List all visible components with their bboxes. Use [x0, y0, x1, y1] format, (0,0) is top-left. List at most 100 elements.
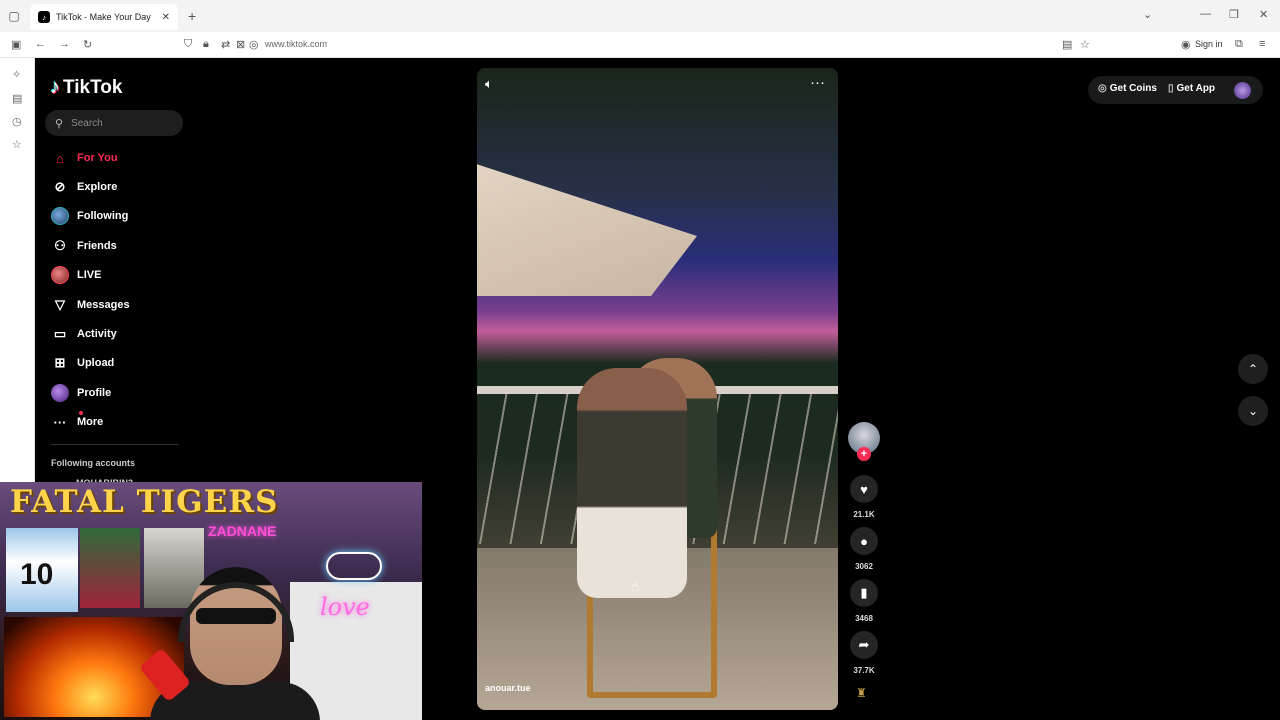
friends-icon: ⚇ [54, 238, 66, 253]
sign-in-button[interactable]: Sign in [1195, 39, 1223, 49]
nav-label: Profile [77, 387, 112, 399]
more-icon: ··· [51, 411, 83, 431]
follow-plus-icon[interactable]: + [857, 447, 871, 461]
history-icon[interactable]: ◷ [12, 115, 22, 128]
nav-label: Upload [77, 357, 115, 369]
save-button[interactable]: ▮ [850, 579, 878, 607]
reader-view-icon[interactable]: ▤ [1062, 38, 1072, 51]
previous-video-button[interactable]: ⌃ [1238, 354, 1268, 384]
ai-sparkle-icon[interactable]: ✧ [12, 68, 21, 81]
home-icon: ⌂ [56, 150, 64, 166]
more-options-icon[interactable]: ··· [810, 74, 825, 91]
nav-for-you[interactable]: ⌂ For You [51, 147, 118, 169]
sidebar-toggle-icon[interactable]: ▣ [11, 38, 21, 51]
live-avatar-icon [51, 266, 69, 284]
browser-tab-bar: ▢ ♪ TikTok - Make Your Day ✕ + ⌄ — ❐ ✕ [0, 0, 1280, 32]
video-username[interactable]: anouar.tue [485, 683, 531, 693]
profile-avatar-icon [51, 384, 69, 402]
share-button[interactable]: ➦ [850, 631, 878, 659]
nav-live[interactable]: LIVE [51, 264, 101, 286]
account-icon[interactable]: ◉ [1181, 38, 1191, 51]
close-window-icon[interactable]: ✕ [1259, 8, 1268, 21]
menu-icon[interactable]: ≡ [1259, 38, 1265, 50]
tiktok-sidebar: ♪ TikTok ⚲ ⌂ For You ⊘ Explore Following… [35, 58, 200, 488]
tab-list-chevron-icon[interactable]: ⌄ [1143, 8, 1152, 21]
new-tab-icon[interactable]: + [188, 8, 196, 24]
nav-activity[interactable]: ▭ Activity [51, 323, 117, 345]
get-coins-button[interactable]: ◎ Get Coins [1098, 83, 1157, 94]
nav-profile[interactable]: Profile [51, 382, 111, 404]
shield-icon[interactable]: ⛉ [184, 38, 192, 51]
bookmark-star-icon[interactable]: ☆ [1080, 38, 1090, 51]
comment-button[interactable]: ● [850, 527, 878, 555]
nav-label: Explore [77, 181, 118, 193]
camera-blocked-icon[interactable]: ⊠ [236, 38, 245, 51]
search-box[interactable]: ⚲ [45, 110, 183, 136]
chevron-down-icon: ⌄ [1247, 404, 1259, 418]
tracking-icon[interactable]: ◎ [249, 38, 259, 51]
forward-icon[interactable]: → [59, 38, 70, 50]
video-person [577, 368, 687, 598]
tab-actions-icon[interactable]: ▢ [0, 0, 28, 32]
get-app-button[interactable]: ▯ Get App [1168, 83, 1215, 94]
reading-list-icon[interactable]: ▤ [12, 92, 22, 105]
user-avatar[interactable] [1234, 82, 1251, 99]
like-button[interactable]: ♥ [850, 475, 878, 503]
permissions-icon[interactable]: ⇄ [221, 38, 230, 51]
messages-icon: ▽ [55, 297, 65, 312]
following-avatar-icon [51, 207, 69, 225]
like-count: 21.1K [853, 510, 875, 519]
neon-love-sign: love [320, 593, 370, 621]
video-player[interactable]: 🔈︎ ··· ☝︎ anouar.tue [477, 68, 838, 710]
nav-label: Activity [77, 328, 117, 340]
compass-icon: ⊘ [54, 179, 66, 194]
search-input[interactable] [71, 117, 172, 129]
upload-icon: ⊞ [54, 355, 66, 370]
reload-icon[interactable]: ↻ [83, 38, 92, 51]
extensions-icon[interactable]: ⧉ [1235, 38, 1243, 51]
restore-icon[interactable]: ❐ [1229, 8, 1239, 21]
webcam-overlay: 10 FATAL TIGERS ZADNANE love [0, 482, 422, 720]
activity-icon: ▭ [53, 326, 67, 341]
volume-icon[interactable]: 🔈︎ [485, 76, 493, 92]
nav-label: For You [77, 152, 118, 164]
close-tab-icon[interactable]: ✕ [162, 12, 170, 23]
minimize-icon[interactable]: — [1200, 8, 1211, 20]
browser-side-panel: ✧ ▤ ◷ ☆ [0, 58, 35, 482]
get-coins-label: Get Coins [1109, 83, 1157, 94]
search-icon: ⚲ [55, 117, 64, 130]
nav-explore[interactable]: ⊘ Explore [51, 176, 118, 198]
browser-tab[interactable]: ♪ TikTok - Make Your Day ✕ [30, 4, 178, 30]
nav-friends[interactable]: ⚇ Friends [51, 235, 117, 257]
nav-more[interactable]: ··· More [51, 411, 103, 433]
webcam-banner: FATAL TIGERS [10, 484, 279, 520]
address-bar: ▣ ← → ↻ ⛉ 🔒︎ ⇄ ⊠ ◎ www.tiktok.com ▤ ☆ ◉ … [0, 32, 1280, 58]
back-icon[interactable]: ← [35, 38, 46, 50]
notification-dot [79, 411, 83, 415]
bookmarks-icon[interactable]: ☆ [12, 138, 22, 151]
share-arrow-icon: ➦ [858, 637, 870, 652]
tiktok-logo[interactable]: ♪ TikTok [50, 76, 122, 99]
phone-icon: ▯ [1168, 83, 1174, 94]
lock-icon[interactable]: 🔒︎ [203, 38, 209, 51]
nav-label: Messages [77, 299, 130, 311]
tiktok-note-icon: ♪ [50, 76, 60, 98]
music-disc-icon[interactable]: ♜ [856, 686, 867, 700]
nav-messages[interactable]: ▽ Messages [51, 294, 130, 316]
nav-label: Friends [77, 240, 117, 252]
coin-icon: ◎ [1098, 83, 1107, 94]
nav-label: More [77, 416, 104, 428]
mouse-cursor-icon: ☝︎ [631, 578, 640, 594]
jersey-number: 10 [20, 558, 54, 591]
get-app-label: Get App [1176, 83, 1216, 94]
nav-label: LIVE [77, 269, 102, 281]
video-umbrella [477, 161, 697, 296]
controller-neon-icon [326, 552, 382, 580]
heart-icon: ♥ [860, 481, 868, 497]
url-field[interactable]: www.tiktok.com [265, 39, 327, 49]
nav-upload[interactable]: ⊞ Upload [51, 352, 115, 374]
comment-icon: ● [860, 533, 868, 549]
next-video-button[interactable]: ⌄ [1238, 396, 1268, 426]
share-count: 37.7K [853, 666, 875, 675]
nav-following[interactable]: Following [51, 205, 128, 227]
